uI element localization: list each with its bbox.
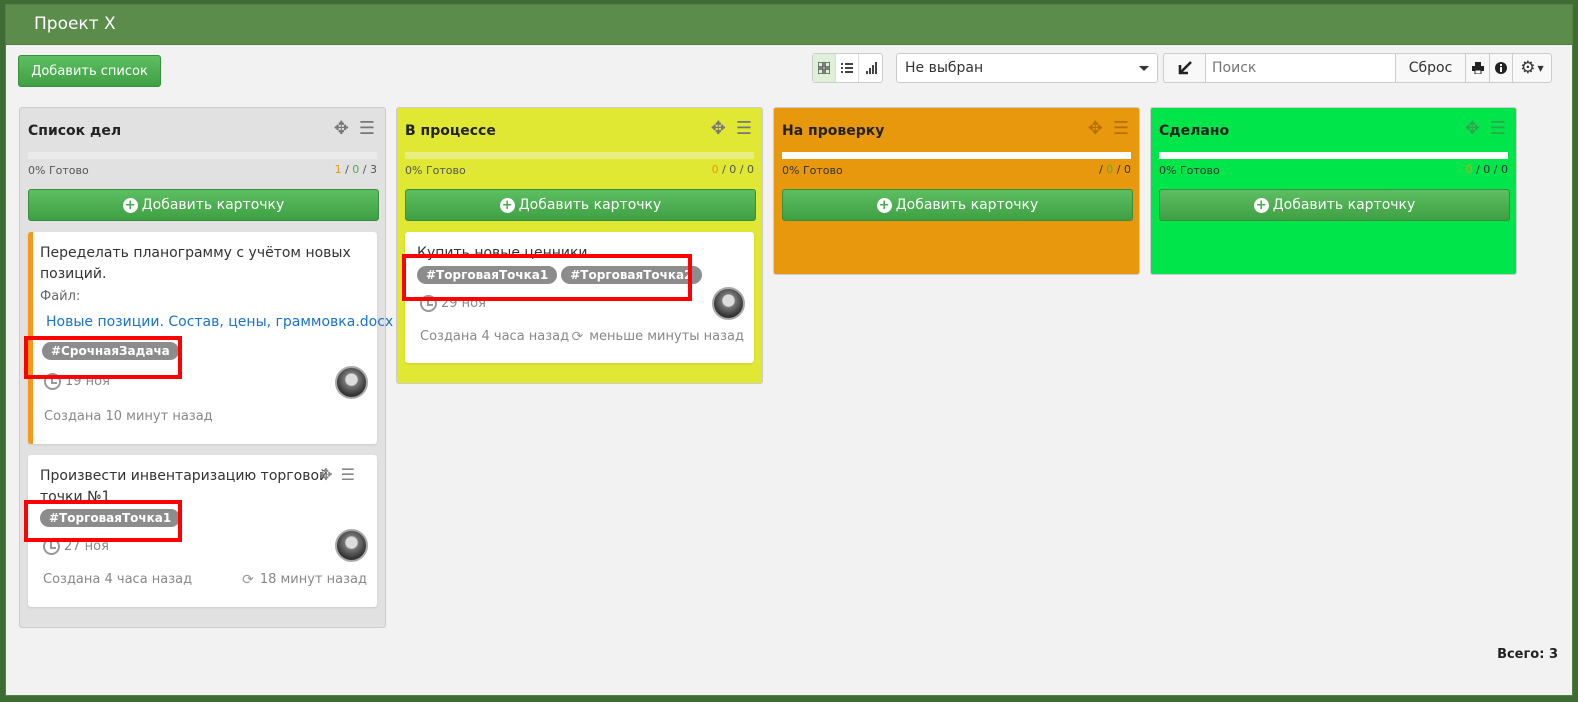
toolbar-right: Сброс ⚙ ▼: [1163, 53, 1552, 83]
settings-sliders-icon[interactable]: ☰: [1490, 118, 1506, 139]
settings-sliders-icon[interactable]: ☰: [359, 118, 375, 139]
settings-sliders-icon[interactable]: ☰: [736, 118, 752, 139]
column-progress-bar: [782, 152, 1131, 159]
arrow-down-left-icon: [1178, 61, 1192, 75]
project-title: Проект X: [34, 14, 116, 34]
ready-percent: 0% Готово: [405, 164, 466, 177]
gear-icon: ⚙: [1520, 58, 1536, 78]
settings-button[interactable]: ⚙ ▼: [1512, 53, 1552, 83]
filter-select[interactable]: Не выбран: [896, 53, 1158, 83]
file-label: Файл:: [40, 289, 81, 304]
column-title: В процессе: [405, 123, 496, 139]
plus-circle-icon: +: [876, 197, 892, 213]
card-counts: / 0 / 0: [1099, 163, 1131, 176]
chevron-down-icon: [1139, 66, 1149, 71]
move-icon[interactable]: ✥: [334, 118, 349, 139]
highlight-box: [24, 336, 182, 379]
search-input[interactable]: [1205, 53, 1396, 83]
reset-button[interactable]: Сброс: [1395, 53, 1466, 83]
created-time: Создана 4 часа назад: [43, 572, 193, 587]
grid-view-icon[interactable]: [813, 54, 836, 82]
move-icon[interactable]: ✥: [319, 465, 332, 484]
ready-percent: 0% Готово: [28, 164, 89, 177]
view-switcher: [812, 53, 883, 83]
column-progress-bar: [28, 152, 377, 159]
updated-time: 18 минут назад: [259, 572, 367, 587]
column-title: Список дел: [28, 123, 122, 139]
column-review: На проверку ✥ ☰ 0% Готово / 0 / 0 + Доба…: [773, 107, 1140, 275]
ready-percent: 0% Готово: [1159, 164, 1220, 177]
highlight-box: [402, 254, 692, 301]
card-counts: 0 / 0 / 0: [1465, 163, 1508, 176]
created-time: Создана 4 часа назад: [420, 329, 570, 344]
collapse-arrow-button[interactable]: [1163, 53, 1206, 83]
title-bar: Проект X: [6, 5, 1572, 45]
column-in-progress: В процессе ✥ ☰ 0% Готово 0 / 0 / 0 + Доб…: [396, 107, 763, 384]
list-view-icon[interactable]: [836, 54, 859, 82]
print-button[interactable]: [1465, 53, 1490, 83]
avatar[interactable]: [335, 529, 368, 562]
add-card-button[interactable]: + Добавить карточку: [1159, 189, 1510, 221]
chart-view-icon[interactable]: [859, 54, 882, 82]
column-progress-bar: [405, 152, 754, 159]
created-time: Создана 10 минут назад: [44, 409, 213, 424]
info-button[interactable]: [1489, 53, 1513, 83]
move-icon[interactable]: ✥: [1088, 118, 1103, 139]
highlight-box: [24, 500, 182, 542]
filter-select-value: Не выбран: [905, 60, 984, 76]
plus-circle-icon: +: [499, 197, 515, 213]
plus-circle-icon: +: [1253, 197, 1269, 213]
add-list-button[interactable]: Добавить список: [18, 55, 161, 87]
refresh-icon: ⟳: [242, 572, 254, 588]
file-link[interactable]: Новые позиции. Состав, цены, граммовка.d…: [46, 314, 393, 330]
info-icon: [1495, 62, 1507, 74]
total-count: Всего: 3: [1497, 647, 1558, 662]
board-window: Проект X Добавить список Не выбран Сброс…: [5, 4, 1573, 696]
column-title: Сделано: [1159, 123, 1230, 139]
add-card-button[interactable]: + Добавить карточку: [782, 189, 1133, 221]
card-counts: 1 / 0 / 3: [334, 163, 377, 176]
add-card-button[interactable]: + Добавить карточку: [405, 189, 756, 221]
column-progress-bar: [1159, 152, 1508, 159]
plus-circle-icon: +: [122, 197, 138, 213]
column-title: На проверку: [782, 123, 885, 139]
print-icon: [1471, 62, 1484, 74]
card-counts: 0 / 0 / 0: [711, 163, 754, 176]
refresh-icon: ⟳: [571, 329, 584, 345]
move-icon[interactable]: ✥: [711, 118, 726, 139]
caret-down-icon: ▼: [1537, 63, 1544, 73]
avatar[interactable]: [335, 366, 368, 399]
move-icon[interactable]: ✥: [1465, 118, 1480, 139]
avatar[interactable]: [712, 287, 745, 320]
card-title: Переделать планограмму с учётом новых по…: [40, 245, 351, 282]
column-done: Сделано ✥ ☰ 0% Готово 0 / 0 / 0 + Добави…: [1150, 107, 1517, 275]
settings-sliders-icon[interactable]: ☰: [341, 465, 355, 484]
add-card-button[interactable]: + Добавить карточку: [28, 189, 379, 221]
ready-percent: 0% Готово: [782, 164, 843, 177]
settings-sliders-icon[interactable]: ☰: [1113, 118, 1129, 139]
updated-time: меньше минуты назад: [589, 329, 744, 344]
column-header: Список дел ✥ ☰: [20, 108, 385, 152]
